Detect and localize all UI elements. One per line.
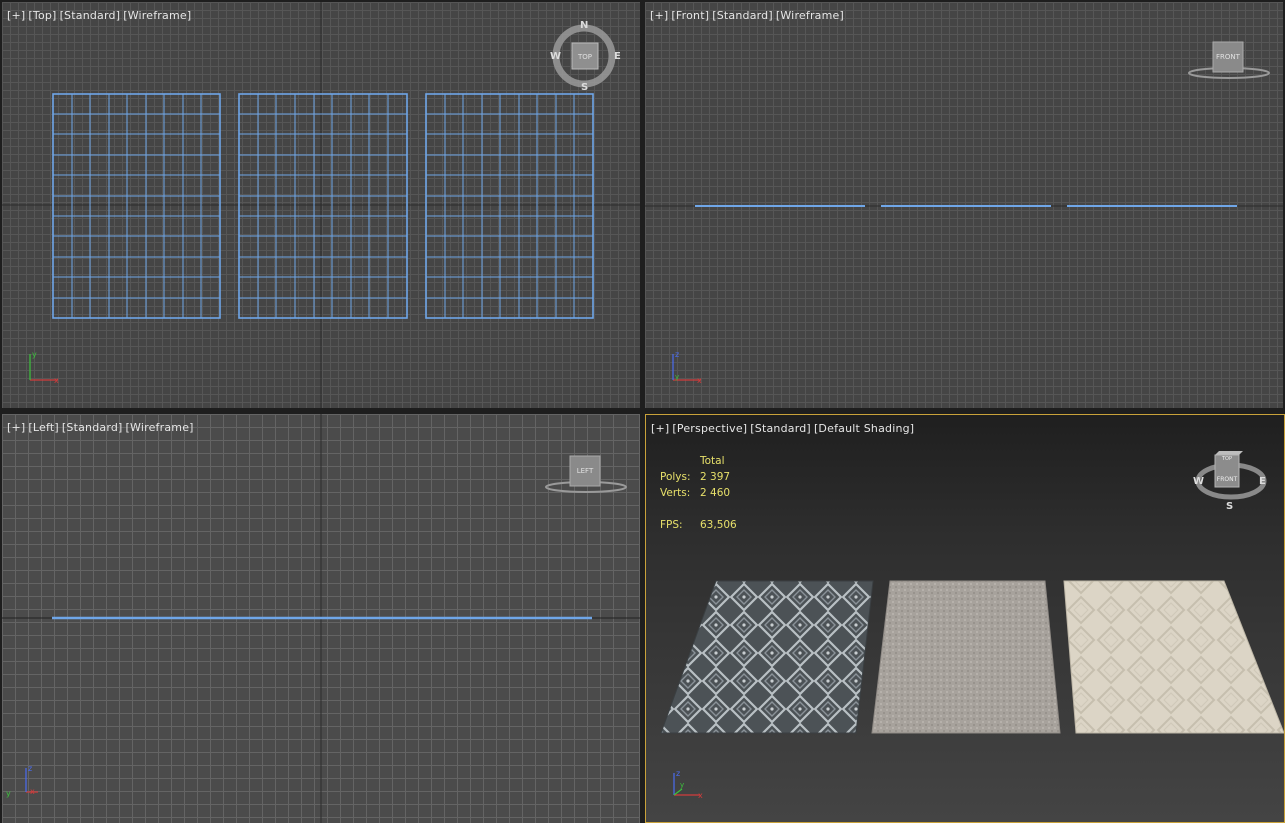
viewcube-top-face-label[interactable]: TOP bbox=[1215, 456, 1239, 462]
compass-east[interactable]: E bbox=[1259, 476, 1266, 487]
svg-text:x: x bbox=[30, 787, 35, 796]
svg-text:x: x bbox=[698, 791, 703, 800]
svg-text:z: z bbox=[28, 764, 32, 773]
svg-text:z: z bbox=[675, 350, 679, 359]
rug-gray-plain bbox=[871, 580, 1061, 734]
compass-south[interactable]: S bbox=[581, 82, 588, 93]
top-wireframe-canvas bbox=[2, 2, 640, 408]
compass-west[interactable]: W bbox=[1193, 476, 1204, 487]
axis-tripod-icon: z y x bbox=[6, 764, 38, 798]
rug-wire-3 bbox=[425, 93, 594, 319]
svg-text:y: y bbox=[675, 373, 679, 381]
compass-south[interactable]: S bbox=[1226, 501, 1233, 512]
viewport-left[interactable]: [+] [Left] [Standard] [Wireframe] LEFT z y … bbox=[2, 414, 640, 823]
svg-text:z: z bbox=[676, 769, 680, 778]
viewport-top[interactable]: [+][Top][Standard][Wireframe] TOP N S bbox=[2, 2, 640, 408]
viewport-perspective[interactable]: [+] [Perspective] [Standard] [Default Shadi… bbox=[645, 414, 1285, 823]
axis-tripod-icon: z y x bbox=[673, 769, 703, 800]
compass-west[interactable]: W bbox=[550, 51, 561, 62]
compass-east[interactable]: E bbox=[614, 51, 621, 62]
viewcube-face-label[interactable]: TOP bbox=[572, 53, 598, 61]
viewcube-front-face-label[interactable]: FRONT bbox=[1215, 476, 1239, 483]
viewport-front[interactable]: [+] [Front] [Standard] [Wireframe] FRONT z … bbox=[645, 2, 1283, 408]
svg-text:y: y bbox=[6, 789, 11, 798]
svg-text:y: y bbox=[680, 781, 684, 789]
compass-north[interactable]: N bbox=[580, 20, 588, 31]
svg-text:x: x bbox=[54, 376, 59, 385]
perspective-render bbox=[660, 580, 1284, 734]
svg-text:y: y bbox=[32, 350, 37, 359]
rug-wire-1 bbox=[52, 93, 221, 319]
viewcube-face-label[interactable]: FRONT bbox=[1213, 53, 1243, 61]
viewcube-front[interactable]: FRONT bbox=[1185, 38, 1275, 88]
viewcube-face-label[interactable]: LEFT bbox=[570, 467, 600, 475]
rug-dark-diamond bbox=[660, 580, 874, 734]
viewcube-perspective[interactable]: TOP FRONT W E S bbox=[1191, 445, 1271, 515]
rug-wire-2 bbox=[238, 93, 408, 319]
viewcube-left[interactable]: LEFT bbox=[542, 452, 632, 502]
viewcube-top[interactable]: TOP N S W E bbox=[548, 20, 621, 93]
axis-tripod-icon: z y x bbox=[672, 350, 702, 385]
axis-tripod-icon: y x bbox=[29, 350, 59, 385]
rug-cream-diamond bbox=[1063, 580, 1284, 734]
svg-text:x: x bbox=[697, 376, 702, 385]
